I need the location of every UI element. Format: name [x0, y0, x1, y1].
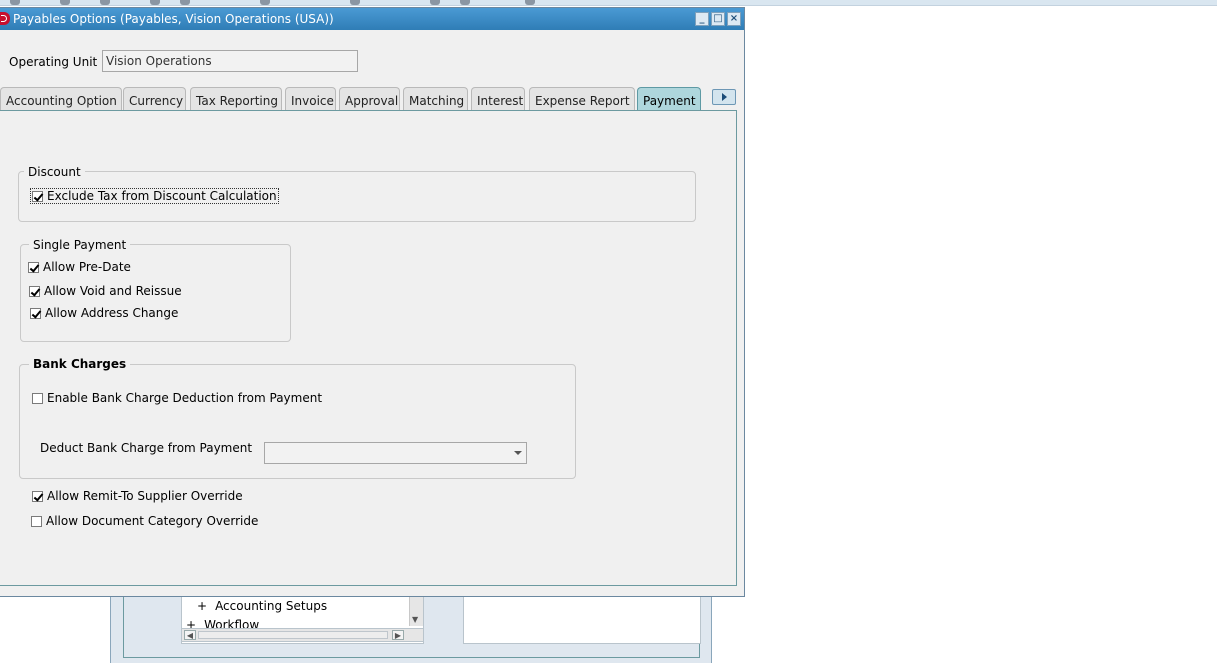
window-title: Payables Options (Payables, Vision Opera… [13, 12, 334, 26]
payables-options-window: Payables Options (Payables, Vision Opera… [0, 7, 745, 597]
toolbar-strip [0, 0, 1217, 6]
tab-payment[interactable]: Payment [637, 87, 701, 112]
toolbar-icon[interactable] [460, 0, 470, 5]
expand-icon[interactable]: + [197, 599, 207, 613]
allow-remit-to-override-checkbox[interactable]: Allow Remit-To Supplier Override [32, 489, 243, 503]
allow-document-category-override-checkbox[interactable]: Allow Document Category Override [31, 514, 258, 528]
close-icon[interactable]: × [727, 12, 741, 26]
tab-interest[interactable]: Interest [471, 87, 525, 110]
toolbar-icon[interactable] [100, 0, 110, 5]
checkbox-checked-icon[interactable] [29, 285, 40, 297]
scroll-down-icon[interactable]: ▼ [412, 615, 418, 624]
enable-bank-charge-deduction-checkbox[interactable]: Enable Bank Charge Deduction from Paymen… [32, 391, 322, 405]
scroll-right-icon[interactable]: ▶ [392, 630, 404, 640]
tab-approval[interactable]: Approval [339, 87, 400, 110]
allow-void-reissue-checkbox[interactable]: Allow Void and Reissue [29, 284, 182, 298]
exclude-tax-checkbox[interactable]: Exclude Tax from Discount Calculation [30, 188, 279, 204]
tree-vertical-scrollbar[interactable]: ▼ [409, 596, 423, 626]
navigator-panel: + Accounting Setups + Workflow ▼ ◀ ▶ [123, 590, 701, 658]
toolbar-icon[interactable] [150, 0, 160, 5]
tab-expense-report[interactable]: Expense Report [529, 87, 635, 110]
tab-currency[interactable]: Currency [123, 87, 186, 110]
toolbar-icon[interactable] [60, 0, 70, 5]
tree-item[interactable]: + Accounting Setups [197, 599, 327, 613]
tab-matching[interactable]: Matching [403, 87, 468, 110]
payment-tab-panel: Discount Exclude Tax from Discount Calcu… [0, 110, 737, 586]
operating-unit-field[interactable]: Vision Operations [102, 50, 358, 72]
checkbox-checked-icon[interactable] [30, 307, 41, 319]
chevron-down-icon[interactable] [514, 451, 522, 455]
deduct-bank-charge-select[interactable] [264, 442, 527, 464]
checkbox-checked-icon[interactable] [32, 190, 43, 202]
navigator-side-list[interactable] [463, 596, 701, 644]
allow-address-change-checkbox[interactable]: Allow Address Change [30, 306, 178, 320]
oracle-logo-icon [0, 12, 10, 25]
tab-scroll-right-icon[interactable] [712, 89, 736, 105]
checkbox-checked-icon[interactable] [32, 490, 43, 502]
discount-group-title: Discount [24, 165, 85, 179]
toolbar-icon[interactable] [10, 0, 20, 5]
scroll-thumb[interactable] [198, 631, 388, 639]
checkbox-unchecked-icon[interactable] [32, 392, 43, 404]
navigator-window: + Accounting Setups + Workflow ▼ ◀ ▶ [110, 590, 712, 663]
checkbox-checked-icon[interactable] [28, 261, 39, 273]
tab-bar: Accounting Option Currency Tax Reporting… [0, 87, 745, 112]
maximize-icon[interactable]: □ [711, 12, 725, 26]
minimize-icon[interactable]: _ [695, 12, 709, 26]
tab-invoice[interactable]: Invoice [285, 87, 336, 110]
checkbox-unchecked-icon[interactable] [31, 515, 42, 527]
toolbar-icon[interactable] [180, 0, 190, 5]
tree-horizontal-scrollbar[interactable]: ◀ ▶ [181, 628, 424, 642]
tab-accounting-option[interactable]: Accounting Option [0, 87, 122, 110]
toolbar-icon[interactable] [260, 0, 270, 5]
deduct-bank-charge-label: Deduct Bank Charge from Payment [40, 441, 253, 455]
bank-charges-group-title: Bank Charges [29, 357, 131, 371]
scroll-left-icon[interactable]: ◀ [184, 630, 196, 640]
toolbar-icon[interactable] [525, 0, 535, 5]
window-titlebar[interactable]: Payables Options (Payables, Vision Opera… [0, 8, 744, 30]
toolbar-icon[interactable] [430, 0, 440, 5]
allow-pre-date-checkbox[interactable]: Allow Pre-Date [28, 260, 131, 274]
tab-tax-reporting[interactable]: Tax Reporting [190, 87, 282, 110]
toolbar-icon[interactable] [350, 0, 360, 5]
operating-unit-label: Operating Unit [9, 55, 98, 69]
single-payment-group-title: Single Payment [29, 238, 131, 252]
